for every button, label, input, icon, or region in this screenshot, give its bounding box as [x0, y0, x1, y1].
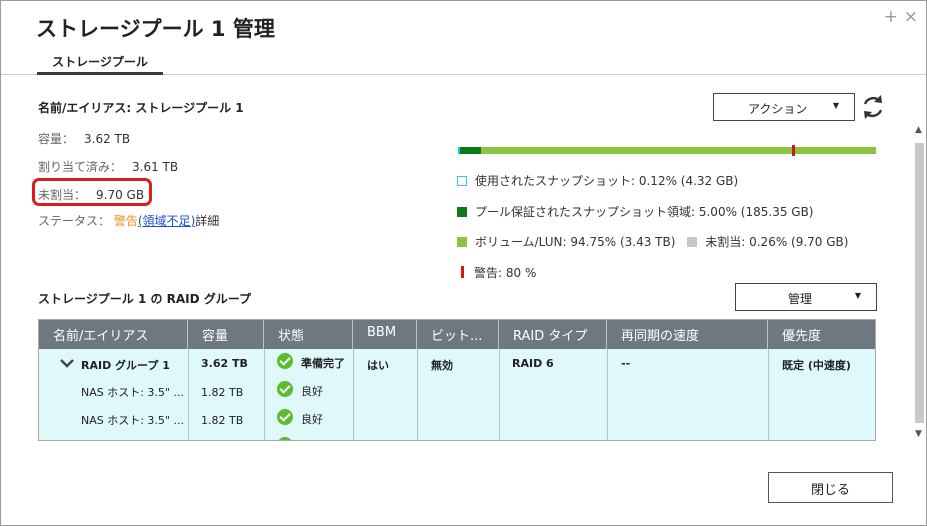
tab-storage-pool[interactable]: ストレージプール	[37, 49, 163, 75]
column-divider	[417, 349, 418, 440]
chevron-down-icon: ▼	[832, 101, 839, 110]
volume-swatch	[457, 237, 467, 247]
usage-guaranteed-segment	[460, 147, 481, 154]
check-icon	[277, 437, 293, 440]
action-label: アクション	[748, 102, 808, 116]
raid-group-table: 名前/エイリアス 容量 状態 BBM ビット... RAID タイプ 再同期の速…	[38, 319, 876, 441]
status-row: ステータス： 警告(領域不足)詳細	[38, 212, 219, 229]
legend-snapshot-text: 使用されたスナップショット: 0.12% (4.32 GB)	[475, 174, 739, 188]
raid-group-title: ストレージプール 1 の RAID グループ	[38, 292, 252, 306]
legend-warning-text: 警告: 80 %	[474, 266, 537, 280]
column-divider	[499, 349, 500, 440]
col-capacity[interactable]: 容量	[188, 320, 264, 349]
legend-warning: 警告: 80 %	[457, 264, 536, 281]
scroll-thumb[interactable]	[915, 143, 924, 423]
disk-status: 良好	[301, 413, 323, 426]
raid-group-name: RAID グループ 1	[81, 359, 170, 372]
allocated-row: 割り当て済み： 3.61 TB	[38, 158, 178, 175]
legend-snapshot: 使用されたスナップショット: 0.12% (4.32 GB)	[457, 172, 738, 189]
allocated-label: 割り当て済み：	[38, 160, 123, 174]
disk-capacity: 1.82 TB	[201, 414, 244, 427]
snapshot-swatch	[457, 176, 467, 186]
legend-guaranteed-text: プール保証されたスナップショット領域: 5.00% (185.35 GB)	[475, 205, 814, 219]
scroll-up-icon[interactable]: ▲	[915, 125, 922, 135]
column-divider	[768, 349, 769, 440]
capacity-value: 3.62 TB	[84, 132, 131, 146]
expand-chevron-icon[interactable]	[59, 357, 75, 369]
col-bbm[interactable]: BBM	[353, 320, 417, 349]
col-name[interactable]: 名前/エイリアス	[39, 320, 188, 349]
action-dropdown[interactable]: アクション ▼	[713, 93, 855, 121]
col-priority[interactable]: 優先度	[768, 320, 875, 349]
raid-group-type: RAID 6	[512, 357, 554, 370]
status-warning: 警告	[113, 214, 138, 228]
col-raid-type[interactable]: RAID タイプ	[499, 320, 607, 349]
storage-pool-window: ストレージプール 1 管理 + × ストレージプール 名前/エイリアス: ストレ…	[0, 0, 927, 526]
pool-name: 名前/エイリアス: ストレージプール 1	[38, 101, 244, 115]
raid-group-bitmap: 無効	[431, 359, 453, 372]
close-icon[interactable]: ×	[904, 7, 918, 27]
add-icon[interactable]: +	[884, 7, 898, 27]
check-icon	[277, 381, 293, 397]
usage-warning-marker	[792, 145, 795, 156]
raid-group-priority: 既定 (中速度)	[782, 359, 851, 372]
column-divider	[353, 349, 354, 440]
legend-guaranteed: プール保証されたスナップショット領域: 5.00% (185.35 GB)	[457, 203, 814, 220]
disk-name: NAS ホスト: 3.5" ...	[81, 386, 184, 399]
column-divider	[188, 349, 189, 440]
col-bitmap[interactable]: ビット...	[417, 320, 499, 349]
unallocated-highlight	[32, 178, 152, 206]
manage-label: 管理	[788, 292, 813, 306]
check-icon	[277, 409, 293, 425]
legend-volume: ボリューム/LUN: 94.75% (3.43 TB) 未割当: 0.26% (…	[457, 233, 848, 250]
capacity-row: 容量： 3.62 TB	[38, 130, 130, 147]
status-label: ステータス：	[38, 214, 111, 228]
window-title: ストレージプール 1 管理	[36, 17, 275, 41]
guaranteed-swatch	[457, 207, 467, 217]
legend-volume-text: ボリューム/LUN: 94.75% (3.43 TB)	[475, 235, 676, 249]
column-divider	[607, 349, 608, 440]
column-divider	[264, 349, 265, 440]
tab-bar: ストレージプール	[1, 49, 926, 75]
insufficient-space-link[interactable]: 領域不足	[143, 214, 191, 228]
scroll-down-icon[interactable]: ▼	[915, 429, 922, 439]
capacity-label: 容量：	[38, 132, 75, 146]
raid-group-capacity: 3.62 TB	[201, 357, 248, 370]
col-status[interactable]: 状態	[264, 320, 353, 349]
disk-capacity: 1.82 TB	[201, 386, 244, 399]
close-label: 閉じる	[810, 482, 850, 498]
refresh-icon[interactable]	[859, 92, 887, 122]
check-icon	[277, 353, 293, 369]
legend-free-text: 未割当: 0.26% (9.70 GB)	[705, 235, 849, 249]
manage-dropdown[interactable]: 管理 ▼	[735, 283, 877, 311]
disk-status: 良好	[301, 385, 323, 398]
col-resync-speed[interactable]: 再同期の速度	[607, 320, 768, 349]
usage-bar	[458, 145, 876, 156]
raid-group-bbm: はい	[367, 359, 389, 372]
details-link[interactable]: 詳細	[195, 214, 219, 228]
raid-group-resync: --	[621, 357, 631, 370]
raid-group-status: 準備完了	[301, 357, 345, 370]
table-header: 名前/エイリアス 容量 状態 BBM ビット... RAID タイプ 再同期の速…	[39, 320, 875, 349]
allocated-value: 3.61 TB	[132, 160, 179, 174]
close-button[interactable]: 閉じる	[768, 472, 893, 503]
warning-swatch	[461, 266, 464, 278]
free-swatch	[687, 237, 698, 247]
disk-name: NAS ホスト: 3.5" ...	[81, 414, 184, 427]
chevron-down-icon: ▼	[854, 291, 861, 300]
vertical-scrollbar[interactable]: ▲ ▼	[913, 125, 926, 439]
